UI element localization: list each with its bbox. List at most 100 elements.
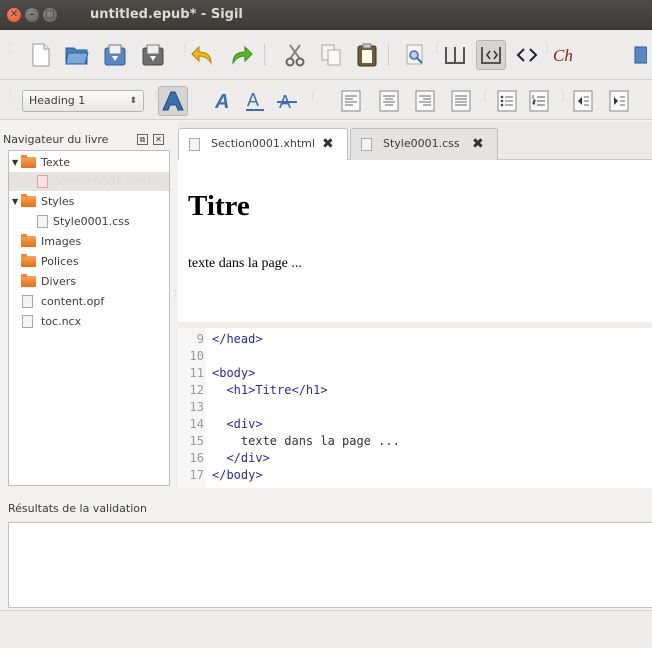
folder-icon	[21, 155, 36, 168]
toolbar-grip-8[interactable]: ⋮	[480, 92, 490, 102]
toolbar-grip-5[interactable]: ⋮	[5, 91, 15, 101]
toolbar-overflow-button[interactable]	[628, 40, 652, 70]
save-as-button[interactable]	[138, 40, 168, 70]
tree-item-label: Style0001.css	[53, 215, 130, 228]
toolbar-grip-7[interactable]: ⋮	[308, 92, 318, 102]
justify-button[interactable]	[446, 86, 476, 116]
heading-select-value: Heading 1	[29, 94, 86, 107]
window-close-button[interactable]: ✕	[7, 8, 21, 22]
code-line[interactable]: </head>	[212, 332, 263, 346]
italic-icon: A	[214, 91, 229, 112]
code-line[interactable]: texte dans la page ...	[212, 434, 400, 448]
heading-select[interactable]: Heading 1 ⬍	[22, 90, 144, 112]
toolbar-grip-9[interactable]: ⋮	[558, 92, 568, 102]
float-panel-icon[interactable]: ⧉	[137, 134, 148, 145]
tree-item-divers[interactable]: Divers	[9, 272, 169, 291]
book-preview[interactable]: Titre texte dans la page ...	[178, 160, 652, 323]
find-replace-icon	[406, 44, 423, 65]
increase-indent-button[interactable]	[604, 86, 634, 116]
book-tree[interactable]: ▼ Texte Section0001.xhtml ▼ Styles Style…	[8, 150, 170, 486]
code-line[interactable]: </div>	[212, 451, 269, 465]
save-as-icon	[142, 44, 164, 66]
xhtml-file-icon	[189, 138, 200, 151]
xhtml-file-icon	[37, 175, 48, 188]
undo-icon	[191, 45, 212, 65]
spellcheck-button[interactable]: Ch	[550, 40, 580, 70]
save-button[interactable]	[100, 40, 130, 70]
code-view-button[interactable]	[512, 40, 542, 70]
code-line[interactable]: <body>	[212, 366, 255, 380]
toolbar-grip[interactable]: ⋮	[5, 44, 15, 54]
close-tab-icon[interactable]: ✖	[322, 129, 334, 159]
folder-icon	[21, 254, 36, 267]
align-right-icon	[415, 90, 435, 112]
cut-icon	[285, 44, 305, 67]
book-navigator-panel: Navigateur du livre ⧉ ✕ ▼ Texte Section0…	[0, 122, 176, 490]
tree-item-label: Divers	[41, 275, 77, 288]
code-line[interactable]: </body>	[212, 468, 263, 482]
svg-text:A: A	[247, 90, 259, 110]
toolbar-grip-2[interactable]: ⋮	[180, 44, 190, 54]
code-editor[interactable]: 9 </head> 10 11 <body> 12 <h1>Titre</h1>…	[178, 328, 652, 488]
tab-style0001[interactable]: Style0001.css ✖	[350, 128, 498, 160]
close-panel-icon[interactable]: ✕	[153, 134, 164, 145]
tree-item-toc-ncx[interactable]: toc.ncx	[9, 312, 169, 331]
close-tab-icon[interactable]: ✖	[472, 129, 484, 159]
bold-icon	[162, 91, 184, 111]
validation-results-list[interactable]	[8, 522, 652, 608]
justify-icon	[451, 90, 471, 112]
tree-item-texte[interactable]: ▼ Texte	[9, 153, 169, 172]
numbered-list-button[interactable]	[524, 86, 554, 116]
validation-header: Résultats de la validation	[0, 494, 652, 520]
underline-button[interactable]: A	[240, 86, 270, 116]
find-replace-button[interactable]	[400, 40, 430, 70]
toolbar-grip-6[interactable]: ⋮	[151, 92, 161, 102]
line-number: 9	[196, 332, 204, 346]
bold-button[interactable]	[158, 86, 188, 116]
open-button[interactable]	[62, 40, 92, 70]
undo-button[interactable]	[188, 40, 218, 70]
align-left-icon	[341, 90, 361, 112]
expand-arrow-icon[interactable]: ▼	[12, 192, 20, 211]
new-file-button[interactable]	[26, 40, 56, 70]
css-file-icon	[361, 138, 372, 151]
window-minimize-button[interactable]: –	[25, 8, 39, 22]
align-center-button[interactable]	[374, 86, 404, 116]
redo-button[interactable]	[226, 40, 256, 70]
toolbar-grip-4[interactable]: ⋮	[542, 44, 552, 54]
strikethrough-icon: A	[277, 92, 297, 112]
decrease-indent-button[interactable]	[568, 86, 598, 116]
expand-arrow-icon[interactable]: ▼	[12, 153, 20, 172]
paste-button[interactable]	[352, 40, 382, 70]
toolbar-grip-3[interactable]: ⋮	[432, 44, 442, 54]
window-maximize-button[interactable]: □	[43, 8, 57, 22]
window-titlebar: ✕ – □ untitled.epub* - Sigil	[0, 0, 652, 30]
tree-item-section0001[interactable]: Section0001.xhtml	[9, 172, 169, 191]
navigator-title: Navigateur du livre	[3, 133, 109, 146]
close-icon: ✕	[9, 9, 19, 20]
code-line[interactable]: <div>	[212, 417, 262, 431]
bullet-list-button[interactable]	[492, 86, 522, 116]
align-left-button[interactable]	[336, 86, 366, 116]
underline-icon: A	[246, 90, 264, 111]
maximize-icon: □	[45, 9, 55, 20]
tree-item-images[interactable]: Images	[9, 232, 169, 251]
code-line[interactable]: <h1>Titre</h1>	[212, 383, 327, 397]
tab-section0001[interactable]: Section0001.xhtml ✖	[178, 128, 348, 160]
line-number: 16	[189, 451, 204, 465]
tree-item-polices[interactable]: Polices	[9, 252, 169, 271]
line-number: 12	[189, 383, 204, 397]
tree-item-style0001[interactable]: Style0001.css	[9, 212, 169, 231]
book-view-button[interactable]	[440, 40, 470, 70]
strikethrough-button[interactable]: A	[272, 86, 302, 116]
redo-icon	[232, 45, 253, 65]
italic-button[interactable]: A	[208, 86, 238, 116]
bullet-list-icon	[497, 90, 517, 112]
cut-button[interactable]	[280, 40, 310, 70]
copy-button[interactable]	[316, 40, 346, 70]
split-view-button[interactable]	[476, 40, 506, 70]
tree-item-styles[interactable]: ▼ Styles	[9, 192, 169, 211]
align-right-button[interactable]	[410, 86, 440, 116]
new-file-icon	[32, 43, 50, 67]
tree-item-content-opf[interactable]: content.opf	[9, 292, 169, 311]
